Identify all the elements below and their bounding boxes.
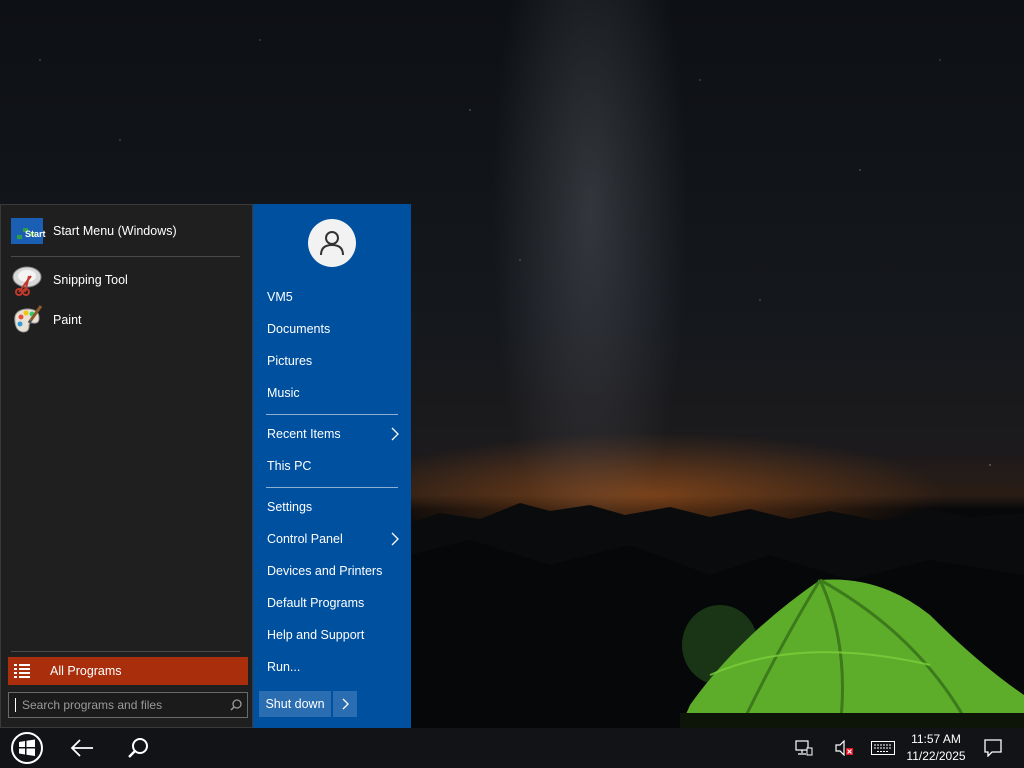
search-icon (128, 738, 148, 758)
start-menu-app-icon-text: Start (25, 229, 46, 239)
volume-button[interactable] (828, 728, 860, 768)
menu-item-label: Music (267, 386, 300, 400)
right-separator (266, 414, 398, 415)
menu-item-settings[interactable]: Settings (253, 492, 411, 522)
menu-item-label: Control Panel (267, 532, 343, 546)
search-input[interactable] (15, 698, 225, 712)
paint-icon (11, 304, 43, 336)
menu-item-label: Recent Items (267, 427, 341, 441)
menu-item-run[interactable]: Run... (253, 652, 411, 682)
menu-item-control-panel[interactable]: Control Panel (253, 524, 411, 554)
pinned-item-label: Snipping Tool (53, 273, 128, 287)
user-icon (320, 231, 344, 256)
menu-item-pictures[interactable]: Pictures (253, 346, 411, 376)
back-button[interactable] (62, 728, 102, 768)
menu-item-label: Run... (267, 660, 301, 674)
taskbar: 11:57 AM 11/22/2025 (0, 728, 1024, 768)
menu-item-documents[interactable]: Documents (253, 314, 411, 344)
chevron-right-icon (391, 427, 399, 441)
shutdown-options-button[interactable] (333, 691, 357, 717)
list-icon (14, 664, 34, 678)
menu-item-label: Help and Support (267, 628, 365, 642)
menu-item-label: Default Programs (267, 596, 365, 610)
network-icon (795, 740, 813, 756)
keyboard-button[interactable] (866, 728, 900, 768)
clock-time: 11:57 AM (911, 732, 961, 746)
start-button[interactable] (6, 728, 48, 768)
menu-item-recent-items[interactable]: Recent Items (253, 419, 411, 449)
all-programs-button[interactable]: All Programs (8, 657, 248, 685)
menu-item-label: Documents (267, 322, 331, 336)
pinned-separator (11, 256, 240, 257)
menu-item-label: Settings (267, 500, 313, 514)
shutdown-group: Shut down (259, 691, 357, 717)
menu-item-devices-and-printers[interactable]: Devices and Printers (253, 556, 411, 586)
chevron-right-icon (342, 698, 349, 710)
back-arrow-icon (70, 739, 93, 757)
keyboard-icon (871, 741, 895, 755)
menu-item-label: Pictures (267, 354, 313, 368)
menu-item-label: Devices and Printers (267, 564, 383, 578)
search-icon[interactable] (225, 699, 247, 711)
search-button[interactable] (118, 728, 158, 768)
menu-item-music[interactable]: Music (253, 378, 411, 408)
menu-item-label: VM5 (267, 290, 293, 304)
start-menu-app-icon: Start (11, 215, 46, 247)
pinned-item-label: Start Menu (Windows) (53, 224, 177, 238)
start-menu-left-pane: Start Start Menu (Windows) Snipping Tool (0, 204, 253, 728)
shutdown-button[interactable]: Shut down (259, 691, 331, 717)
chevron-right-icon (391, 532, 399, 546)
notification-icon (984, 739, 1002, 757)
start-menu-right-pane: VM5 Documents Pictures Music Recent Item… (253, 204, 411, 728)
windows-start-icon (11, 732, 43, 764)
user-avatar[interactable] (308, 219, 356, 267)
bottom-separator (11, 651, 240, 652)
network-button[interactable] (788, 728, 820, 768)
speaker-muted-icon (835, 740, 853, 756)
pinned-item-paint[interactable]: Paint (11, 302, 243, 338)
all-programs-label: All Programs (50, 664, 122, 678)
notifications-button[interactable] (978, 728, 1008, 768)
snipping-tool-icon (11, 264, 43, 296)
menu-item-this-pc[interactable]: This PC (253, 451, 411, 481)
menu-item-user[interactable]: VM5 (253, 282, 411, 312)
start-menu: Start Start Menu (Windows) Snipping Tool (0, 204, 411, 728)
menu-item-help-and-support[interactable]: Help and Support (253, 620, 411, 650)
menu-item-default-programs[interactable]: Default Programs (253, 588, 411, 618)
green-tent (680, 578, 1024, 728)
search-box[interactable] (8, 692, 248, 718)
pinned-item-snipping-tool[interactable]: Snipping Tool (11, 262, 243, 298)
clock-date: 11/22/2025 (906, 749, 966, 763)
pinned-item-start-menu[interactable]: Start Start Menu (Windows) (11, 213, 243, 249)
pinned-item-label: Paint (53, 313, 82, 327)
clock[interactable]: 11:57 AM 11/22/2025 (900, 731, 972, 765)
right-separator (266, 487, 398, 488)
menu-item-label: This PC (267, 459, 312, 473)
